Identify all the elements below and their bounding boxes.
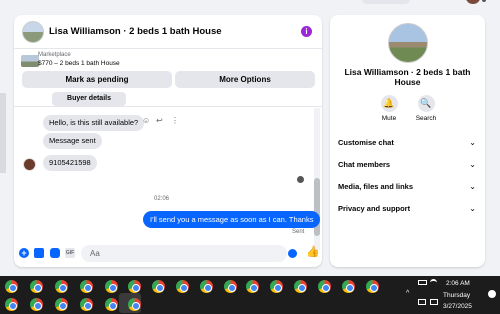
chat-members-row[interactable]: Chat members ⌄ <box>338 157 478 173</box>
message-bubble[interactable]: Message sent <box>43 133 102 149</box>
privacy-support-row[interactable]: Privacy and support ⌄ <box>338 201 478 217</box>
reply-icon[interactable]: ↩ <box>156 116 163 125</box>
browser-taskbar-icon[interactable] <box>105 280 118 293</box>
top-pill[interactable] <box>362 0 410 4</box>
details-title: Lisa Williamson · 2 beds 1 bath House <box>344 67 471 87</box>
browser-taskbar-icon[interactable] <box>105 298 118 311</box>
browser-taskbar-icon[interactable] <box>128 280 141 293</box>
media-files-links-label: Media, files and links <box>338 182 414 191</box>
listing-avatar[interactable] <box>22 21 44 43</box>
info-icon[interactable]: i <box>301 26 312 37</box>
gif-icon[interactable]: GIF <box>65 248 75 258</box>
wifi-icon[interactable] <box>430 279 437 286</box>
browser-taskbar-icon[interactable] <box>200 280 213 293</box>
marketplace-label: Marketplace <box>38 52 71 58</box>
react-icon[interactable]: ☺ <box>142 116 150 125</box>
browser-taskbar-icon[interactable] <box>342 280 355 293</box>
browser-taskbar-icon[interactable] <box>5 280 18 293</box>
mark-as-pending-button[interactable]: Mark as pending <box>22 71 172 88</box>
message-timestamp: 02:06 <box>154 196 170 202</box>
sent-status: Sent <box>292 229 305 235</box>
sender-avatar[interactable] <box>23 158 36 171</box>
buyer-details-button[interactable]: Buyer details <box>52 92 126 106</box>
bell-icon[interactable]: 🔔 <box>380 95 398 112</box>
plus-icon[interactable]: + <box>19 248 29 258</box>
chat-window: Lisa Williamson · 2 beds 1 bath House i … <box>14 15 322 267</box>
battery-icon[interactable] <box>418 280 427 285</box>
browser-taskbar-icon[interactable] <box>5 298 18 311</box>
chat-members-label: Chat members <box>338 160 391 169</box>
photo-icon[interactable] <box>34 248 44 258</box>
scrollbar-thumb[interactable] <box>314 178 320 236</box>
browser-taskbar-icon[interactable] <box>80 298 93 311</box>
clock-date[interactable]: 3/27/2025 <box>443 303 472 310</box>
browser-taskbar-icon[interactable] <box>176 280 189 293</box>
message-bubble[interactable]: Hello, is this still available? <box>43 115 145 131</box>
browser-taskbar-icon[interactable] <box>224 280 237 293</box>
browser-taskbar-icon[interactable] <box>30 280 43 293</box>
listing-thumbnail[interactable] <box>21 55 39 67</box>
message-bubble[interactable]: 9105421598 <box>43 155 97 171</box>
listing-summary[interactable]: $770 – 2 beds 1 bath House <box>38 60 120 67</box>
browser-taskbar-icon[interactable] <box>270 280 283 293</box>
browser-taskbar-icon[interactable] <box>318 280 331 293</box>
browser-taskbar-icon[interactable] <box>152 280 165 293</box>
search-label: Search <box>415 115 437 122</box>
like-icon[interactable]: 👍 <box>306 246 320 259</box>
browser-taskbar-icon[interactable] <box>128 298 141 311</box>
customise-chat-row[interactable]: Customise chat ⌄ <box>338 135 478 151</box>
network-icon[interactable] <box>430 299 438 305</box>
browser-top-strip <box>0 0 500 6</box>
tray-overflow-icon[interactable]: ^ <box>406 290 409 297</box>
notification-center-icon[interactable] <box>488 290 496 298</box>
seen-indicator-avatar <box>297 176 304 183</box>
chevron-down-icon: ⌄ <box>469 138 476 147</box>
browser-taskbar-icon[interactable] <box>80 280 93 293</box>
browser-taskbar-icon[interactable] <box>246 280 259 293</box>
profile-avatar[interactable] <box>466 0 480 4</box>
message-composer: + GIF 👍 <box>14 241 322 267</box>
conversation-details-panel: Lisa Williamson · 2 beds 1 bath House 🔔 … <box>330 15 485 267</box>
privacy-support-label: Privacy and support <box>338 204 411 213</box>
sticker-icon[interactable] <box>50 248 60 258</box>
chat-title[interactable]: Lisa Williamson · 2 beds 1 bath House <box>49 26 222 37</box>
search-button[interactable]: 🔍 Search <box>411 95 441 122</box>
chat-header: Lisa Williamson · 2 beds 1 bath House i <box>14 15 322 49</box>
clock-day[interactable]: Thursday <box>443 292 470 299</box>
more-options-button[interactable]: More Options <box>175 71 315 88</box>
chevron-down-icon: ⌄ <box>469 204 476 213</box>
notification-dot <box>482 0 486 2</box>
volume-icon[interactable] <box>418 299 426 305</box>
browser-taskbar-icon[interactable] <box>366 280 379 293</box>
mute-button[interactable]: 🔔 Mute <box>374 95 404 122</box>
message-input[interactable] <box>81 245 287 262</box>
chevron-down-icon: ⌄ <box>469 182 476 191</box>
clock-time[interactable]: 2:06 AM <box>446 280 470 287</box>
mute-label: Mute <box>381 115 397 122</box>
browser-taskbar-icon[interactable] <box>55 280 68 293</box>
media-files-links-row[interactable]: Media, files and links ⌄ <box>338 179 478 195</box>
outgoing-message-bubble[interactable]: I'll send you a message as soon as I can… <box>143 211 321 228</box>
browser-taskbar-icon[interactable] <box>30 298 43 311</box>
emoji-icon[interactable] <box>288 249 297 258</box>
browser-taskbar-icon[interactable] <box>294 280 307 293</box>
customise-chat-label: Customise chat <box>338 138 394 147</box>
search-icon[interactable]: 🔍 <box>417 95 435 112</box>
more-icon[interactable]: ⋮ <box>171 116 179 125</box>
message-actions: ☺ ↩ ⋮ <box>142 116 182 130</box>
browser-taskbar-icon[interactable] <box>55 298 68 311</box>
left-panel-edge <box>0 93 6 173</box>
listing-large-avatar[interactable] <box>388 23 428 63</box>
chevron-down-icon: ⌄ <box>469 160 476 169</box>
